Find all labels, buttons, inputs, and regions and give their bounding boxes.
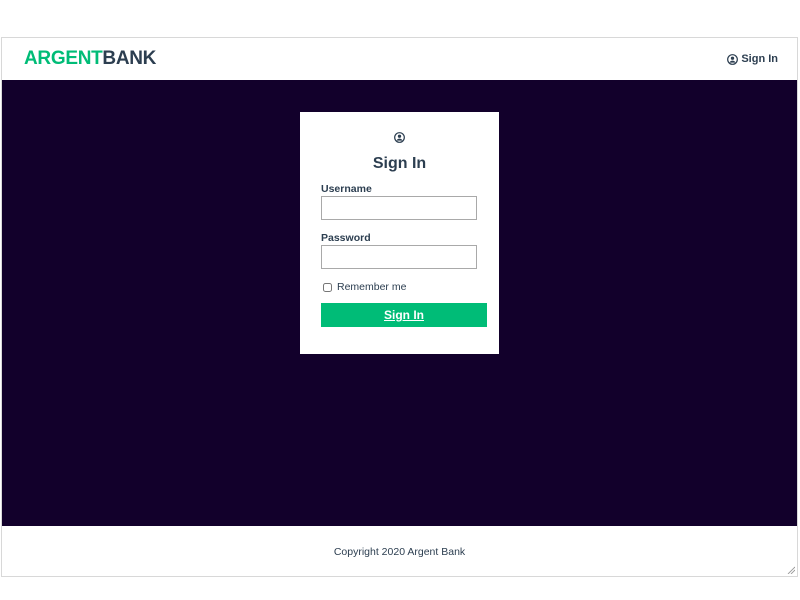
signin-form: Username Password Remember me Sign In — [321, 183, 487, 327]
browser-viewport: ARGENT BANK Sign In Sign In Username Pas… — [1, 37, 798, 577]
nav-signin-label: Sign In — [741, 53, 778, 65]
signin-title: Sign In — [372, 155, 427, 172]
signin-card: Sign In Username Password Remember me Si… — [300, 112, 499, 354]
password-field-wrapper: Password — [321, 232, 478, 269]
remember-me-label[interactable]: Remember me — [337, 281, 406, 293]
username-input[interactable] — [321, 196, 477, 220]
page-footer: Copyright 2020 Argent Bank — [2, 526, 797, 576]
username-field-wrapper: Username — [321, 183, 478, 220]
user-circle-icon — [394, 132, 405, 143]
main-background: Sign In Username Password Remember me Si… — [2, 80, 797, 526]
username-label: Username — [321, 183, 372, 195]
copyright-text: Copyright 2020 Argent Bank — [333, 546, 466, 558]
logo-text-bank: BANK — [102, 48, 157, 69]
resize-grip-icon[interactable] — [787, 566, 795, 574]
nav-signin-link[interactable]: Sign In — [727, 53, 778, 65]
signin-button[interactable]: Sign In — [321, 303, 487, 327]
user-circle-icon — [727, 53, 739, 65]
password-label: Password — [321, 232, 371, 244]
remember-me-checkbox[interactable] — [323, 282, 332, 292]
main-nav: ARGENT BANK Sign In — [2, 38, 797, 80]
password-input[interactable] — [321, 245, 477, 269]
argent-bank-logo[interactable]: ARGENT BANK — [24, 48, 156, 70]
logo-text-argent: ARGENT — [24, 48, 103, 69]
remember-me-row: Remember me — [321, 281, 478, 293]
